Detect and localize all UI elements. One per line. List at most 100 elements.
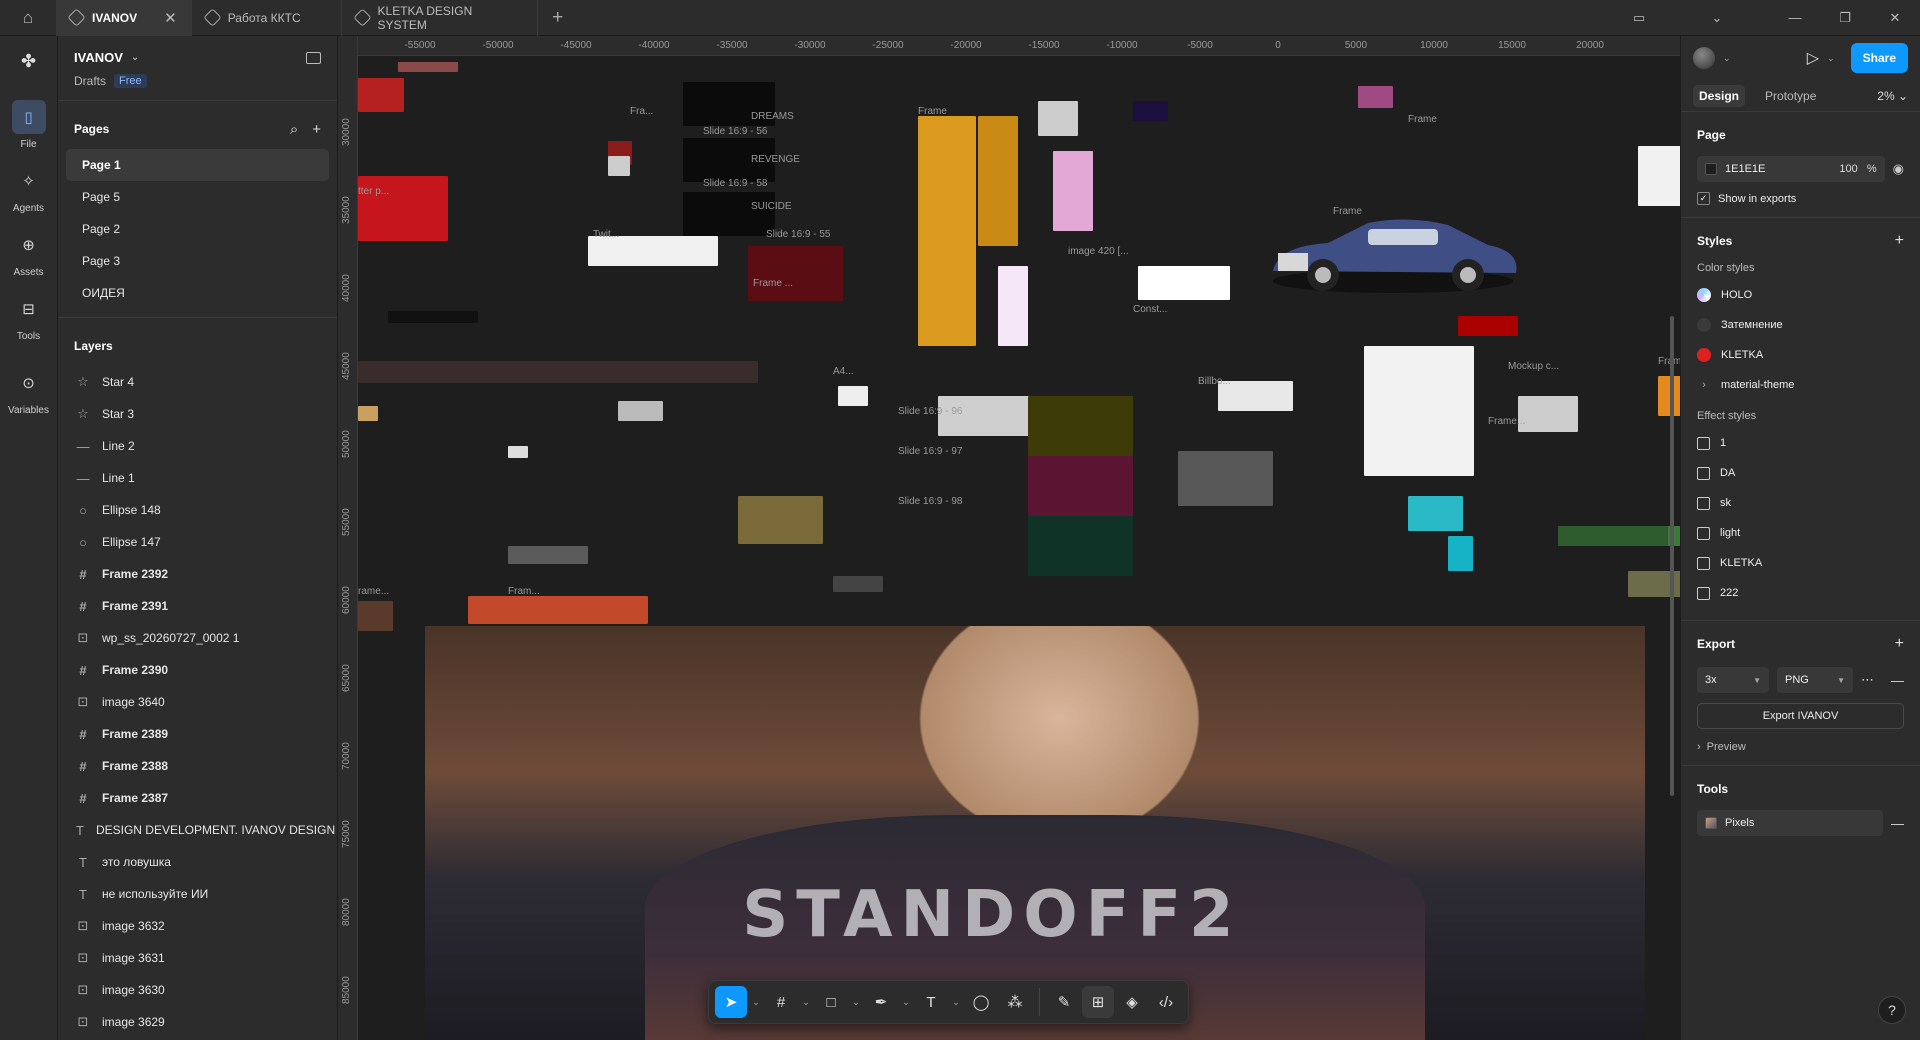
frame-thumbnail[interactable]	[1364, 346, 1474, 476]
layer-item[interactable]: # Frame 2390	[58, 654, 337, 686]
add-export-icon[interactable]: +	[1895, 635, 1904, 653]
frame-thumbnail[interactable]	[1028, 456, 1133, 516]
effect-style-item[interactable]: sk	[1697, 488, 1904, 518]
tab-prototype[interactable]: Prototype	[1765, 89, 1816, 103]
layer-item[interactable]: ⊡ image 3640	[58, 686, 337, 718]
chevron-down-icon[interactable]: ⌄	[799, 997, 813, 1008]
preview-toggle[interactable]: › Preview	[1697, 741, 1904, 753]
frame-thumbnail[interactable]	[358, 78, 404, 112]
page-item[interactable]: Page 3	[66, 245, 329, 277]
figma-logo-icon[interactable]: ✤	[0, 36, 57, 86]
layer-item[interactable]: # Frame 2388	[58, 750, 337, 782]
rail-assets[interactable]: ⊕ Assets	[0, 228, 57, 278]
frame-thumbnail[interactable]	[1028, 396, 1133, 456]
frame-label[interactable]: Fram...	[508, 586, 540, 597]
page-color-input[interactable]: 1E1E1E 100 %	[1697, 156, 1885, 182]
frame-thumbnail[interactable]	[1408, 496, 1463, 531]
frame-thumbnail[interactable]	[358, 361, 758, 383]
frame-label[interactable]: rame...	[358, 586, 389, 597]
frame-thumbnail[interactable]	[918, 116, 976, 346]
show-in-exports-checkbox[interactable]: ✓	[1697, 192, 1710, 205]
eye-icon[interactable]: ◉	[1893, 161, 1904, 177]
remove-export-icon[interactable]: —	[1891, 673, 1904, 688]
chevron-down-icon[interactable]: ⌄	[1692, 10, 1742, 26]
frame-thumbnail[interactable]	[508, 546, 588, 564]
layer-item[interactable]: T DESIGN DEVELOPMENT. IVANOV DESIGN 20	[58, 814, 337, 846]
close-icon[interactable]: ✕	[164, 9, 177, 27]
page-opacity[interactable]: 100 %	[1839, 163, 1876, 175]
frame-thumbnail[interactable]	[1038, 101, 1078, 136]
rail-agents[interactable]: ✧ Agents	[0, 164, 57, 214]
tab-rabota-kkts[interactable]: Работа ККТС	[192, 0, 342, 36]
frame-thumbnail[interactable]	[398, 62, 458, 72]
share-button[interactable]: Share	[1850, 43, 1908, 73]
export-button[interactable]: Export IVANOV	[1697, 703, 1904, 729]
color-style-item[interactable]: › material-theme	[1697, 370, 1904, 400]
frame-thumbnail[interactable]	[998, 266, 1028, 346]
comment-tool[interactable]: ◯	[965, 986, 997, 1018]
show-in-exports-row[interactable]: ✓ Show in exports	[1697, 192, 1904, 205]
more-options-icon[interactable]: ⋯	[1861, 672, 1874, 688]
frame-label[interactable]: Slide 16:9 - 56	[703, 126, 768, 137]
layer-item[interactable]: — Line 2	[58, 430, 337, 462]
actions-tool[interactable]: ⁂	[999, 986, 1031, 1018]
effect-style-item[interactable]: 222	[1697, 578, 1904, 608]
effect-style-item[interactable]: 1	[1697, 428, 1904, 458]
car-image[interactable]	[1258, 201, 1528, 301]
chevron-down-icon[interactable]: ⌄	[1827, 53, 1835, 64]
frame-label[interactable]: Twit...	[593, 229, 619, 240]
frame-thumbnail[interactable]	[1133, 101, 1168, 121]
move-tool[interactable]: ➤	[715, 986, 747, 1018]
frame-thumbnail[interactable]	[748, 246, 843, 301]
search-icon[interactable]: ⌕	[290, 121, 298, 138]
frame-thumbnail[interactable]	[1448, 536, 1473, 571]
frame-label[interactable]: Slide 16:9 - 97	[898, 446, 963, 457]
text-tool[interactable]: T	[915, 986, 947, 1018]
frame-label[interactable]: tter p...	[358, 186, 389, 197]
home-icon[interactable]: ⌂	[0, 0, 56, 36]
library-icon[interactable]: ▭	[1614, 10, 1664, 26]
frame-tool[interactable]: #	[765, 986, 797, 1018]
maximize-icon[interactable]: ❐	[1820, 10, 1870, 26]
components-icon[interactable]: ◈	[1116, 986, 1148, 1018]
frame-thumbnail[interactable]	[1028, 516, 1133, 576]
avatar[interactable]	[1693, 47, 1715, 69]
frame-thumbnail[interactable]	[1458, 316, 1518, 336]
effect-style-item[interactable]: KLETKA	[1697, 548, 1904, 578]
layer-item[interactable]: ⊡ image 3629	[58, 1006, 337, 1038]
effect-style-item[interactable]: DA	[1697, 458, 1904, 488]
frame-thumbnail[interactable]	[388, 311, 478, 323]
frame-label[interactable]: A4...	[833, 366, 854, 377]
add-style-icon[interactable]: +	[1895, 232, 1904, 250]
rail-file[interactable]: ▯ File	[0, 100, 57, 150]
layer-item[interactable]: ⊡ image 3631	[58, 942, 337, 974]
minimize-icon[interactable]: —	[1770, 10, 1820, 25]
design-mode-icon[interactable]: ⊞	[1082, 986, 1114, 1018]
frame-label[interactable]: Slide 16:9 - 55	[766, 229, 831, 240]
page-item[interactable]: Page 2	[66, 213, 329, 245]
chevron-down-icon[interactable]: ⌄	[849, 997, 863, 1008]
pen-tool[interactable]: ✒	[865, 986, 897, 1018]
chevron-down-icon[interactable]: ⌄	[899, 997, 913, 1008]
frame-thumbnail[interactable]	[738, 496, 823, 544]
drafts-link[interactable]: Drafts	[74, 74, 106, 88]
frame-thumbnail[interactable]	[1638, 146, 1680, 206]
frame-label[interactable]: Frame	[1408, 114, 1437, 125]
frame-label[interactable]: Frame...	[1658, 356, 1680, 367]
frame-label[interactable]: DREAMS	[751, 111, 794, 122]
frame-label[interactable]: Fra...	[630, 106, 653, 117]
layer-item[interactable]: ⊡ image 3632	[58, 910, 337, 942]
frame-label[interactable]: Frame ...	[753, 278, 793, 289]
chevron-down-icon[interactable]: ⌄	[749, 997, 763, 1008]
tab-kletka-design-system[interactable]: KLETKA DESIGN SYSTEM	[342, 0, 538, 36]
canvas[interactable]: -55000 -50000 -45000 -40000 -35000 -30000 -250…	[338, 36, 1680, 1040]
frame-thumbnail[interactable]	[508, 446, 528, 458]
chevron-down-icon[interactable]: ⌄	[1723, 53, 1731, 64]
remove-tool-icon[interactable]: —	[1891, 816, 1904, 831]
frame-label[interactable]: Billbo...	[1198, 376, 1231, 387]
help-button[interactable]: ?	[1878, 996, 1906, 1024]
frame-label[interactable]: Slide 16:9 - 96	[898, 406, 963, 417]
frame-thumbnail[interactable]	[358, 406, 378, 421]
export-format-select[interactable]: PNG ▼	[1777, 667, 1853, 693]
tab-ivanov[interactable]: IVANOV ✕	[56, 0, 192, 36]
